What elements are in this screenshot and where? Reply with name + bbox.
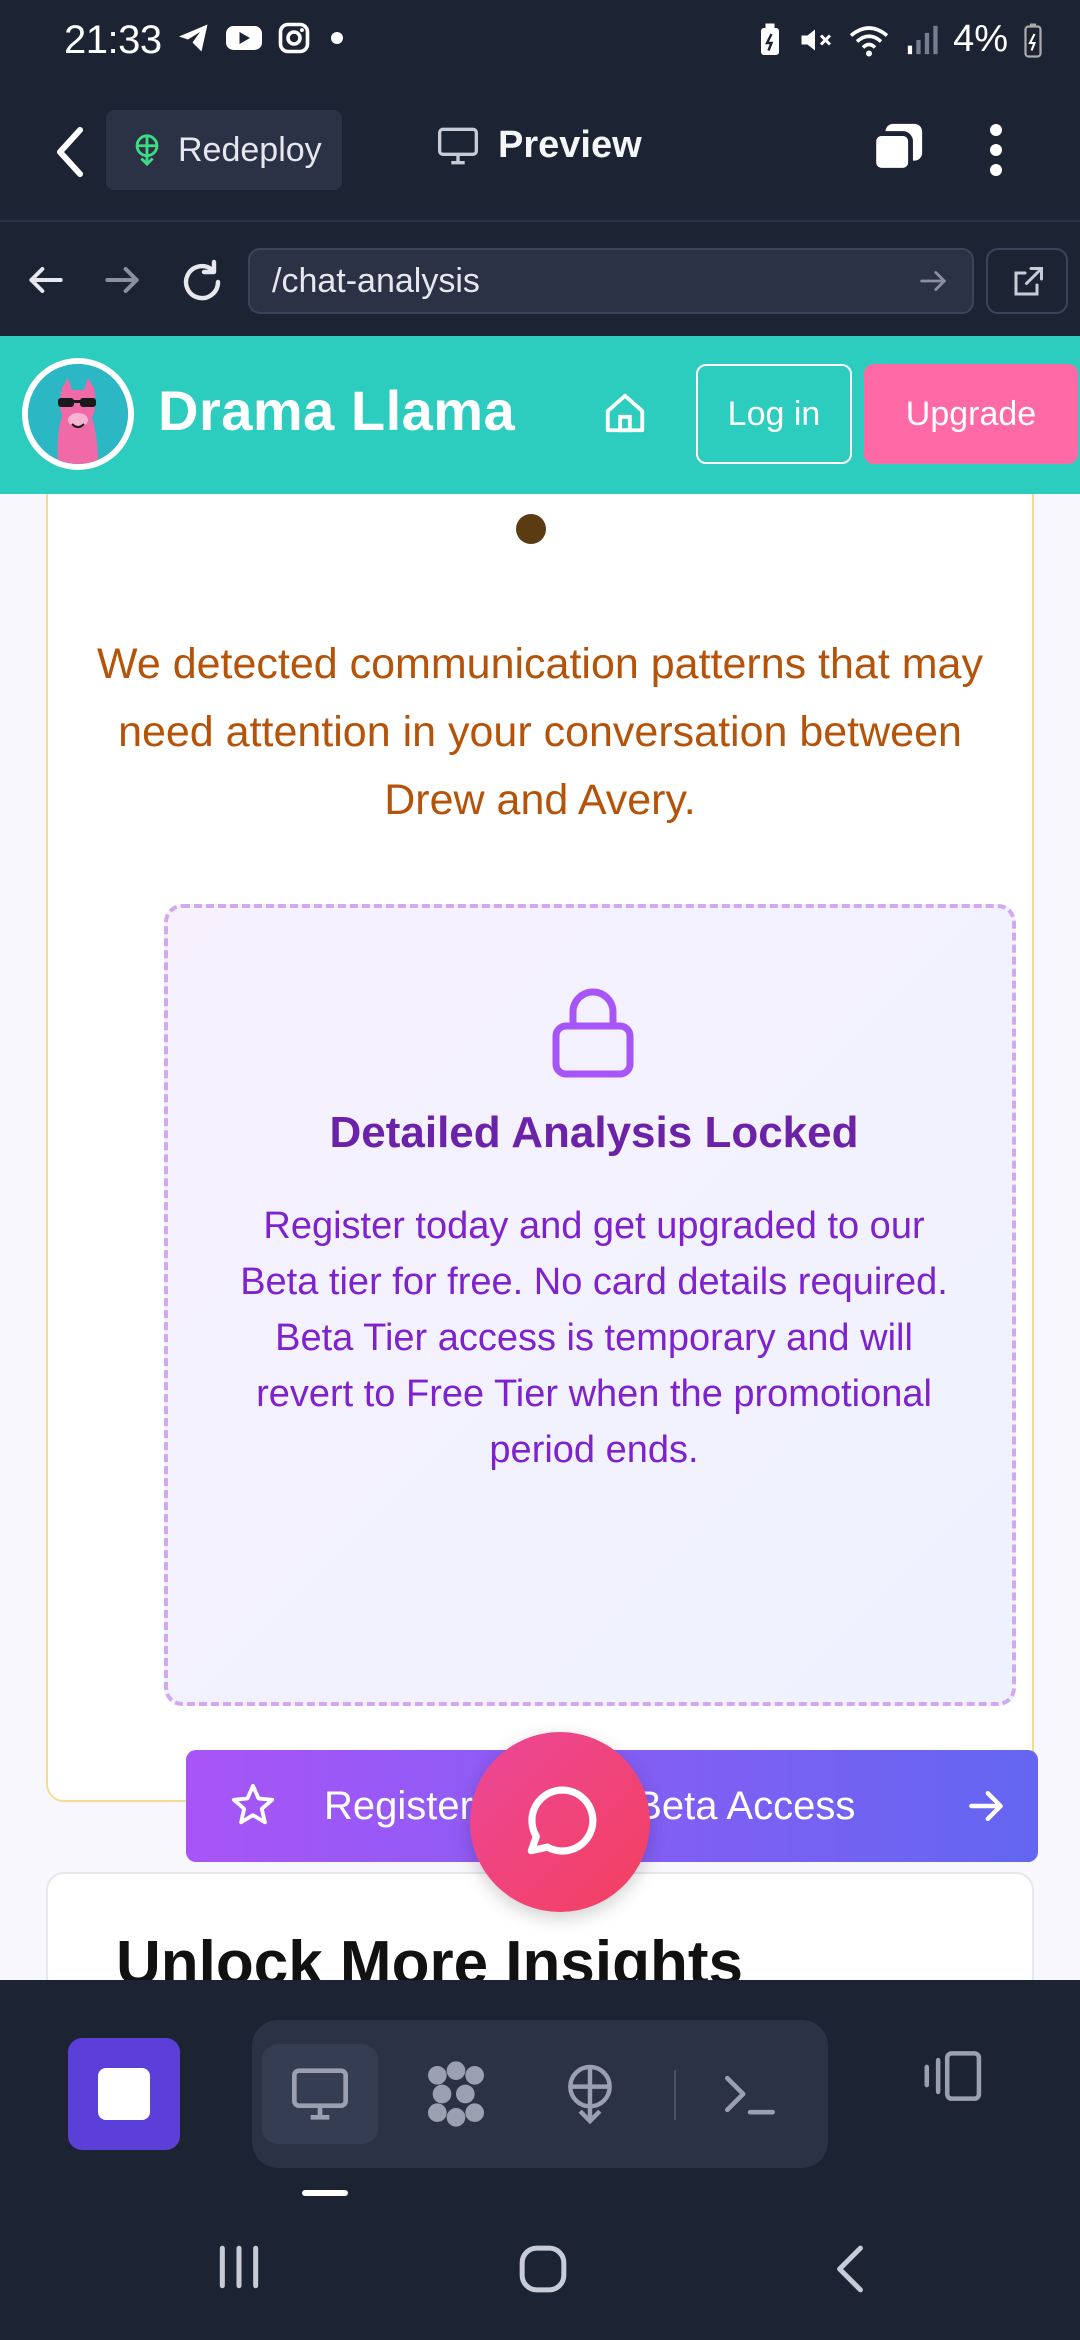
llama-logo[interactable] xyxy=(22,358,134,470)
unlock-insights-title: Unlock More Insights xyxy=(116,1929,743,1980)
workflows-tool[interactable] xyxy=(398,2044,514,2144)
mute-icon xyxy=(801,29,832,50)
external-link-icon xyxy=(1014,267,1043,296)
url-bar: /chat-analysis xyxy=(0,220,1080,336)
stop-button[interactable] xyxy=(68,2038,180,2150)
analysis-description: We detected communication patterns that … xyxy=(97,640,983,824)
workspace-toolbar xyxy=(0,1980,1080,2196)
arrow-right-icon xyxy=(969,1790,1003,1822)
forward-arrow-icon[interactable] xyxy=(100,258,144,302)
locked-title: Detailed Analysis Locked xyxy=(329,1108,859,1157)
redeploy-button[interactable]: Redeploy xyxy=(106,110,342,190)
chat-fab-button[interactable] xyxy=(470,1732,650,1912)
dot-icon xyxy=(331,32,343,44)
home-nav-icon[interactable] xyxy=(518,2244,568,2294)
locked-description: Register today and get upgraded to our B… xyxy=(240,1205,948,1471)
battery-saver-icon xyxy=(761,23,780,55)
notification-icons xyxy=(176,20,350,56)
signal-icon xyxy=(907,25,938,54)
url-text: /chat-analysis xyxy=(272,262,480,300)
locked-analysis-box: Detailed Analysis Locked Register today … xyxy=(164,904,1016,1706)
status-bar: 21:33 4% xyxy=(0,0,1080,84)
workspace-top-bar: Redeploy Preview xyxy=(0,84,1080,220)
system-nav-bar xyxy=(0,2196,1080,2340)
preview-label: Preview xyxy=(498,124,642,166)
tool-divider xyxy=(674,2070,676,2120)
workflows-icon xyxy=(428,2061,484,2127)
card-heading-fragment xyxy=(516,514,546,544)
wifi-icon xyxy=(849,25,889,56)
redeploy-label: Redeploy xyxy=(178,130,322,169)
chat-bubble-icon xyxy=(527,1786,597,1855)
monitor-icon xyxy=(292,2068,348,2120)
lock-icon xyxy=(552,988,634,1078)
logo-image xyxy=(28,364,128,464)
devices-icon[interactable] xyxy=(920,2048,988,2104)
battery-icon xyxy=(1024,23,1042,58)
tool-group xyxy=(252,2020,828,2168)
home-icon[interactable] xyxy=(602,390,648,436)
open-external-button[interactable] xyxy=(986,248,1068,314)
back-arrow-icon[interactable] xyxy=(24,258,68,302)
deploy-icon xyxy=(135,134,159,167)
recent-apps-icon[interactable] xyxy=(214,2244,264,2290)
url-input[interactable]: /chat-analysis xyxy=(248,248,974,314)
terminal-icon xyxy=(725,2075,775,2115)
app-header: Drama Llama Log in Upgrade xyxy=(0,336,1080,494)
refresh-icon[interactable] xyxy=(178,258,226,306)
upgrade-button[interactable]: Upgrade xyxy=(864,364,1078,464)
youtube-icon xyxy=(226,26,262,50)
tabs-icon[interactable] xyxy=(868,120,926,178)
star-icon xyxy=(231,1783,275,1825)
tab-preview[interactable]: Preview xyxy=(436,124,642,167)
deploy-tool[interactable] xyxy=(532,2044,648,2144)
back-nav-icon[interactable] xyxy=(830,2244,870,2294)
deploy-icon xyxy=(568,2064,612,2125)
analysis-card: We detected communication patterns that … xyxy=(46,436,1034,1802)
shell-tool[interactable] xyxy=(692,2044,808,2144)
brand-name[interactable]: Drama Llama xyxy=(158,378,515,443)
battery-percent: 4% xyxy=(953,18,1008,60)
telegram-icon xyxy=(179,24,208,52)
monitor-icon xyxy=(438,127,478,164)
stop-icon xyxy=(98,2068,150,2120)
preview-tool[interactable] xyxy=(262,2044,378,2144)
preview-viewport: Drama Llama Log in Upgrade We detected c… xyxy=(0,336,1080,1980)
status-right: 4% xyxy=(757,18,1044,61)
llama-icon xyxy=(28,364,128,464)
more-options-icon[interactable] xyxy=(986,122,1006,178)
back-chevron-icon[interactable] xyxy=(50,124,90,180)
go-arrow-icon[interactable] xyxy=(916,264,950,298)
instagram-icon xyxy=(278,22,310,54)
status-time: 21:33 xyxy=(64,18,162,62)
login-button[interactable]: Log in xyxy=(696,364,852,464)
